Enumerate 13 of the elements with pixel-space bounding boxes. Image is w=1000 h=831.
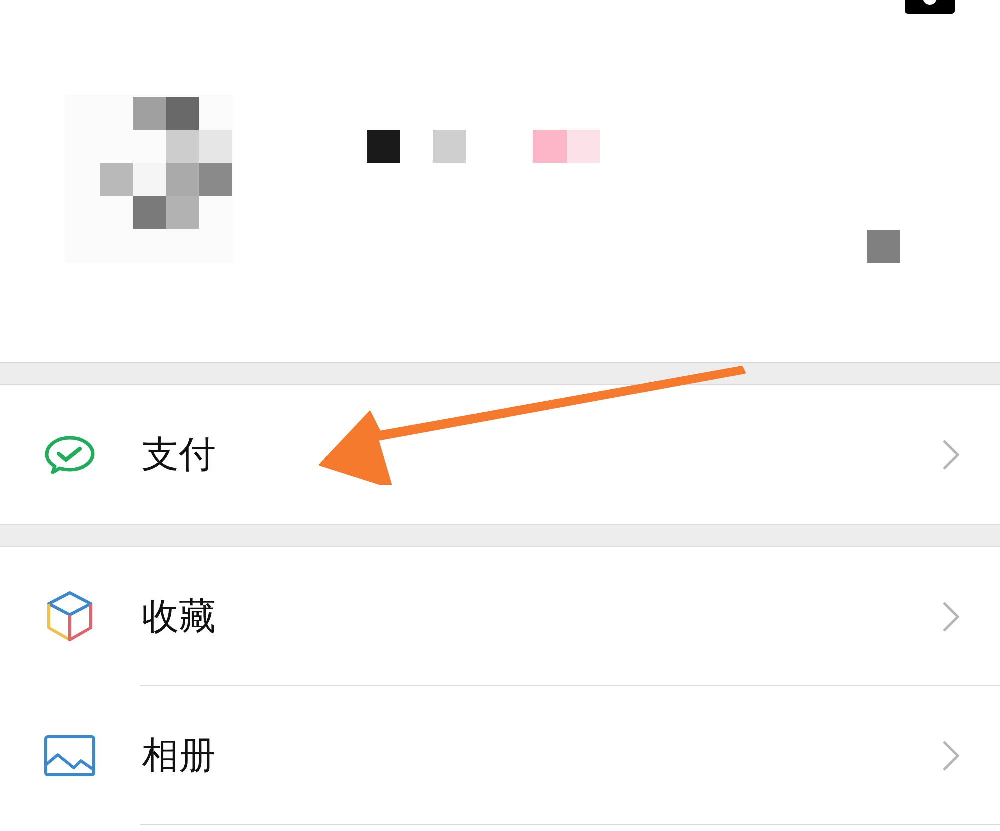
cube-icon [46,590,94,642]
chat-bubble-check-icon [44,434,96,474]
menu-label: 相册 [142,732,217,778]
menu-label: 支付 [142,432,217,478]
menu-item[interactable]: 收藏 [0,547,1000,686]
menu-label: 收藏 [142,594,217,640]
image-icon [44,734,96,776]
chevron-right-icon [942,438,960,470]
camera-icon[interactable] [905,0,955,14]
menu-item[interactable]: 相册 [0,686,1000,825]
menu-item[interactable]: 支付 [0,385,1000,524]
chevron-right-icon [942,740,960,772]
chevron-right-icon [942,600,960,632]
